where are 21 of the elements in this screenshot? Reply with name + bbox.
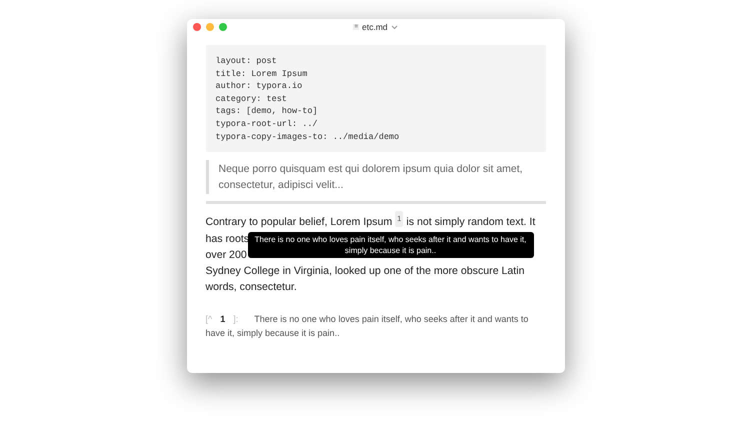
window-title: etc.md <box>362 22 388 32</box>
paragraph-text: is not simply random text. It <box>406 215 536 230</box>
paragraph-text: Sydney College in Virginia, looked up one of the more obscure Latin <box>206 264 524 280</box>
code-line: category: test <box>216 92 288 106</box>
blockquote: Neque porro quisquam est qui dolorem ipsum quia dolor sit amet, consectetur, adipisci velit... <box>206 160 546 194</box>
code-line: author: typora.io <box>216 80 304 93</box>
code-line: typora-root-url: ../ <box>216 118 319 131</box>
code-line: layout: post <box>216 55 278 68</box>
footnote-tooltip: There is no one who loves pain itself, who seeks after it and wants to have it, simply because it is pain.. <box>248 232 534 258</box>
paragraph-text: has roots <box>206 232 250 248</box>
code-line: typora-copy-images-to: ../media/demo <box>216 130 400 144</box>
minimize-button[interactable] <box>206 23 214 31</box>
paragraph-text: over 200 <box>206 248 247 264</box>
code-line: title: Lorem Ipsum <box>216 68 308 80</box>
code-line: tags: [demo, how-to] <box>216 105 319 118</box>
footnote: [^ 1 ]: There is no one who loves pain itself, who seeks after it and wants to have it, simply because it is pain.. <box>206 313 530 340</box>
chevron-icon[interactable] <box>390 24 398 30</box>
close-button[interactable] <box>192 23 200 31</box>
paragraph-text: Contrary to popular belief, Lorem Ipsum <box>206 215 392 230</box>
paragraph-text: words, consectetur. <box>206 280 297 296</box>
zoom-button[interactable] <box>218 23 226 31</box>
